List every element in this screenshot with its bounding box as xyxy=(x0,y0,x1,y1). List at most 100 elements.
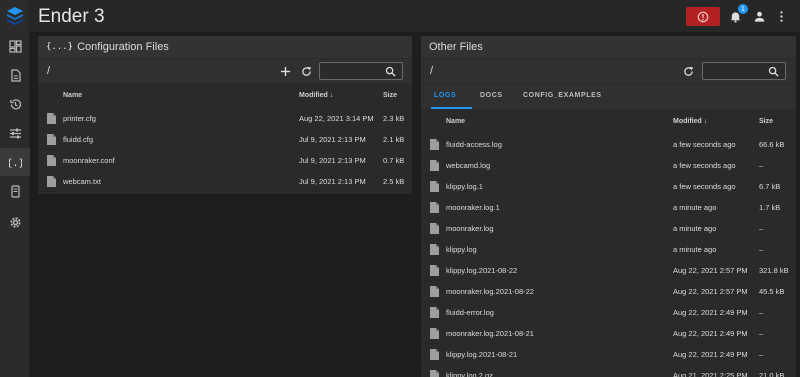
file-icon xyxy=(47,155,56,166)
file-name: webcam.txt xyxy=(63,177,101,186)
table-row[interactable]: klippy.log.2021-08-22 Aug 22, 2021 2:57 P… xyxy=(421,260,796,281)
table-row[interactable]: klippy.log.2.gz Aug 21, 2021 2:25 PM 21.0 … xyxy=(421,365,796,377)
tune-icon xyxy=(9,128,21,138)
refresh-icon xyxy=(683,66,693,76)
file-size: 2.1 kB xyxy=(383,135,405,144)
printer-icon xyxy=(10,184,20,198)
file-name: fluidd-error.log xyxy=(446,308,494,317)
account-icon xyxy=(754,11,764,22)
dots-vertical-icon xyxy=(779,10,783,22)
notifications-button[interactable]: 1 xyxy=(727,4,748,24)
file-modified: Aug 22, 2021 2:57 PM xyxy=(673,266,748,275)
table-row[interactable]: moonraker.log a minute ago – xyxy=(421,218,796,239)
table-row[interactable]: fluidd.cfg Jul 9, 2021 2:13 PM 2.1 kB xyxy=(38,129,412,150)
search-text-field[interactable] xyxy=(707,65,767,77)
current-path: / xyxy=(430,65,434,77)
app-title: Ender 3 xyxy=(38,6,105,27)
table-row[interactable]: webcamd.log a few seconds ago – xyxy=(421,155,796,176)
column-header-modified[interactable]: Modified ↓ xyxy=(299,92,333,99)
emergency-stop-button[interactable] xyxy=(686,7,720,26)
file-icon xyxy=(430,160,439,171)
table-row[interactable]: webcam.txt Jul 9, 2021 2:13 PM 2.5 kB xyxy=(38,171,412,192)
arrow-down-icon: ↓ xyxy=(703,118,708,125)
plus-icon xyxy=(280,66,290,76)
table-row[interactable]: fluidd-error.log Aug 22, 2021 2:49 PM – xyxy=(421,302,796,323)
tab-docs[interactable]: DOCS xyxy=(480,92,503,99)
file-name: klippy.log xyxy=(446,245,477,254)
code-braces-icon: {...} xyxy=(46,42,74,52)
file-modified: Aug 22, 2021 2:49 PM xyxy=(673,329,748,338)
table-row[interactable]: moonraker.log.2021-08-21 Aug 22, 2021 2:4… xyxy=(421,323,796,344)
column-header-modified-label: Modified xyxy=(673,118,702,125)
table-row[interactable]: moonraker.log.1 a minute ago 1.7 kB xyxy=(421,197,796,218)
file-name: moonraker.log.2021-08-22 xyxy=(446,287,534,296)
code-braces-icon: {.} xyxy=(9,158,22,169)
file-name: moonraker.log xyxy=(446,224,494,233)
table-row[interactable]: klippy.log a minute ago – xyxy=(421,239,796,260)
file-icon xyxy=(47,113,56,124)
file-modified: Jul 9, 2021 2:13 PM xyxy=(299,135,366,144)
file-modified: a few seconds ago xyxy=(673,161,736,170)
column-header-size[interactable]: Size xyxy=(383,92,397,99)
tab-config-examples[interactable]: CONFIG_EXAMPLES xyxy=(523,92,602,99)
file-modified: a few seconds ago xyxy=(673,140,736,149)
sidebar: {.} xyxy=(0,0,30,377)
column-header-modified[interactable]: Modified ↓ xyxy=(673,118,707,125)
search-text-field[interactable] xyxy=(324,65,384,77)
column-header-name[interactable]: Name xyxy=(446,118,465,125)
card-title: Other Files xyxy=(429,41,483,53)
more-menu-button[interactable] xyxy=(773,8,789,24)
column-header-size[interactable]: Size xyxy=(759,118,773,125)
file-icon xyxy=(430,181,439,192)
file-size: – xyxy=(759,161,764,170)
account-button[interactable] xyxy=(751,8,767,24)
sidebar-item-printer[interactable] xyxy=(0,177,30,205)
file-icon xyxy=(430,244,439,255)
other-files-search-input[interactable] xyxy=(702,62,786,80)
file-name: klippy.log.2021-08-21 xyxy=(446,350,518,359)
sidebar-item-dashboard[interactable] xyxy=(0,32,30,60)
file-size: 2.3 kB xyxy=(383,114,405,123)
path-toolbar: / xyxy=(421,59,796,83)
table-row[interactable]: moonraker.log.2021-08-22 Aug 22, 2021 2:5… xyxy=(421,281,796,302)
sidebar-item-settings[interactable] xyxy=(0,208,30,236)
dashboard-icon xyxy=(8,39,22,53)
sidebar-item-history[interactable] xyxy=(0,90,30,118)
path-toolbar: / xyxy=(38,59,412,83)
table-row[interactable]: klippy.log.1 a few seconds ago 6.7 kB xyxy=(421,176,796,197)
file-name: webcamd.log xyxy=(446,161,491,170)
sidebar-item-jobs[interactable] xyxy=(0,61,30,89)
sidebar-item-tune[interactable] xyxy=(0,119,30,147)
refresh-button[interactable] xyxy=(300,65,312,77)
file-icon xyxy=(430,286,439,297)
refresh-button[interactable] xyxy=(682,65,694,77)
file-modified: Aug 21, 2021 2:25 PM xyxy=(673,371,748,377)
sidebar-item-configuration[interactable]: {.} xyxy=(0,148,30,176)
column-header-name[interactable]: Name xyxy=(63,92,82,99)
table-row[interactable]: fluidd-access.log a few seconds ago 66.6 k… xyxy=(421,134,796,155)
file-icon xyxy=(430,139,439,150)
app-bar: Ender 3 1 xyxy=(30,0,800,33)
card-header: {...} Configuration Files xyxy=(38,36,412,58)
tab-logs[interactable]: LOGS xyxy=(434,92,456,99)
file-modified: Jul 9, 2021 2:13 PM xyxy=(299,177,366,186)
file-icon xyxy=(430,328,439,339)
current-path: / xyxy=(47,65,51,77)
table-row[interactable]: moonraker.conf Jul 9, 2021 2:13 PM 0.7 kB xyxy=(38,150,412,171)
file-icon xyxy=(430,265,439,276)
table-row[interactable]: klippy.log.2021-08-21 Aug 22, 2021 2:49 P… xyxy=(421,344,796,365)
file-name: moonraker.conf xyxy=(63,156,115,165)
config-search-input[interactable] xyxy=(319,62,403,80)
file-modified: Aug 22, 2021 2:49 PM xyxy=(673,308,748,317)
file-icon xyxy=(430,223,439,234)
file-size: 66.6 kB xyxy=(759,140,785,149)
file-icon xyxy=(47,176,56,187)
active-tab-indicator xyxy=(431,107,472,109)
file-size: – xyxy=(759,245,764,254)
table-row[interactable]: printer.cfg Aug 22, 2021 3:14 PM 2.3 kB xyxy=(38,108,412,129)
add-file-button[interactable] xyxy=(279,65,291,77)
file-size: 2.5 kB xyxy=(383,177,405,186)
refresh-icon xyxy=(301,66,311,76)
file-modified: a minute ago xyxy=(673,245,717,254)
fluidd-logo-icon[interactable] xyxy=(6,6,24,26)
